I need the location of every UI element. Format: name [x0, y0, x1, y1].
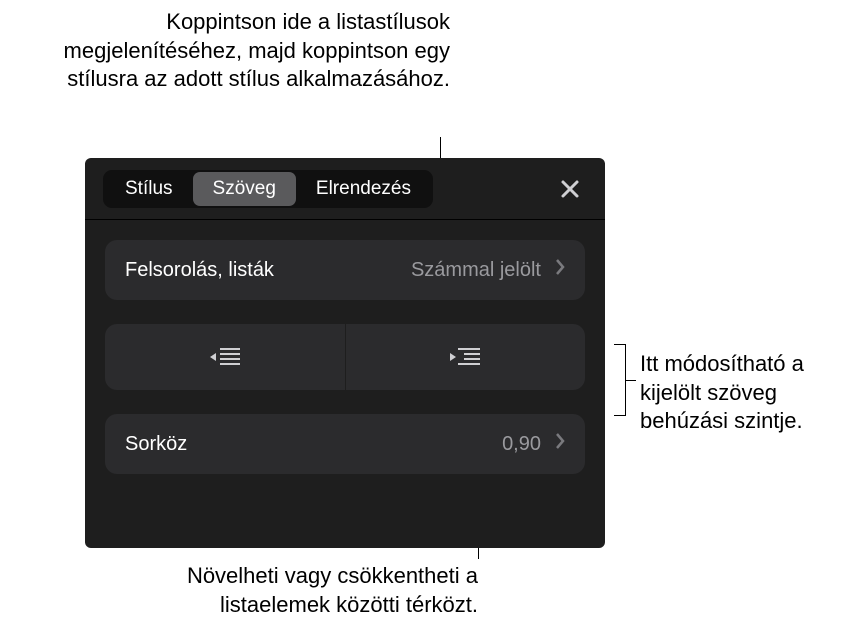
indent-button[interactable]	[346, 324, 586, 390]
row-linespacing[interactable]: Sorköz 0,90	[105, 414, 585, 474]
row-linespacing-label: Sorköz	[125, 433, 502, 456]
callout-linespacing: Növelheti vagy csökkentheti a listaeleme…	[140, 562, 478, 619]
row-linespacing-value: 0,90	[502, 433, 541, 456]
close-button[interactable]	[553, 172, 587, 206]
callout-list-styles: Koppintson ide a listastílusok megjelení…	[50, 8, 450, 94]
row-bullets-lists[interactable]: Felsorolás, listák Számmal jelölt	[105, 240, 585, 300]
panel-body: Felsorolás, listák Számmal jelölt	[85, 220, 605, 494]
close-icon	[559, 178, 581, 200]
indent-controls	[105, 324, 585, 390]
panel-header: Stílus Szöveg Elrendezés	[85, 158, 605, 220]
tab-text[interactable]: Szöveg	[193, 172, 296, 206]
chevron-right-icon	[555, 432, 565, 456]
row-bullets-value: Számmal jelölt	[411, 259, 541, 282]
indent-icon	[450, 346, 480, 368]
outdent-button[interactable]	[105, 324, 346, 390]
chevron-right-icon	[555, 258, 565, 282]
tabs: Stílus Szöveg Elrendezés	[103, 170, 433, 208]
leader-line-right	[626, 380, 636, 381]
bracket-indent	[614, 344, 626, 416]
outdent-icon	[210, 346, 240, 368]
tab-style[interactable]: Stílus	[105, 172, 193, 206]
row-bullets-label: Felsorolás, listák	[125, 259, 411, 282]
format-panel: Stílus Szöveg Elrendezés Felsorolás, lis…	[85, 158, 605, 548]
callout-indent: Itt módosítható a kijelölt szöveg behúzá…	[640, 350, 860, 436]
tab-layout[interactable]: Elrendezés	[296, 172, 431, 206]
